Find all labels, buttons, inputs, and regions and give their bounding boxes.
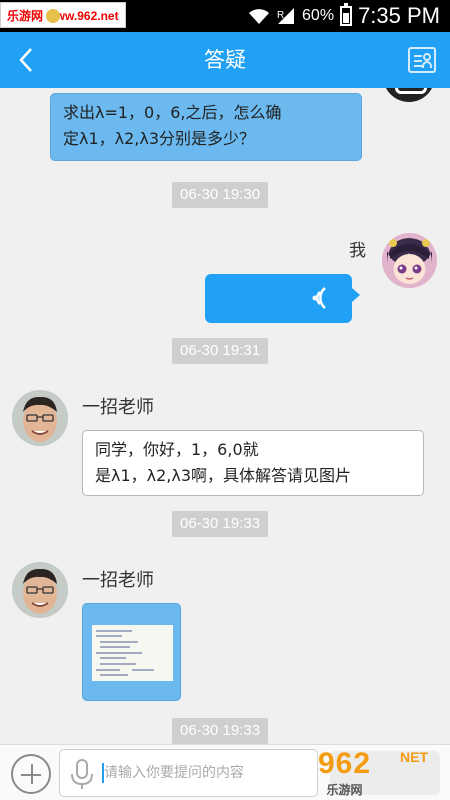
message-text: 定λ1，λ2,λ3分别是多少？ bbox=[63, 129, 256, 148]
teacher-avatar[interactable] bbox=[12, 390, 68, 446]
watermark-text: NET bbox=[400, 749, 428, 765]
contact-card-icon[interactable] bbox=[408, 47, 436, 73]
sender-name: 我 bbox=[349, 241, 366, 261]
message-text: 求出λ=1，0，6,之后，怎么确 bbox=[63, 103, 282, 122]
watermark-text: 乐游网 www.962.net bbox=[0, 2, 126, 28]
voice-message[interactable] bbox=[205, 274, 360, 323]
chat-area[interactable]: 求出λ=1，0，6,之后，怎么确 定λ1，λ2,λ3分别是多少？ 06-30 1… bbox=[0, 88, 450, 744]
signal-icon: R bbox=[277, 8, 295, 24]
timestamp: 06-30 19:33 bbox=[172, 718, 269, 744]
question-input[interactable]: 请输入你要提问的内容 bbox=[59, 749, 318, 797]
clock: 7:35 PM bbox=[358, 3, 440, 28]
status-icons: R 60% 7:35 PM bbox=[248, 0, 440, 32]
voice-wave-icon bbox=[312, 287, 326, 309]
notification-icon bbox=[46, 9, 60, 23]
svg-text:R: R bbox=[277, 10, 284, 21]
message-text: 是λ1，λ2,λ3啊，具体解答请见图片 bbox=[95, 466, 352, 485]
image-message[interactable] bbox=[82, 603, 181, 701]
message-text: 同学，你好，1，6,0就 bbox=[95, 440, 259, 459]
input-placeholder: 请输入你要提问的内容 bbox=[104, 765, 244, 781]
battery-icon bbox=[340, 3, 353, 26]
sender-name: 一招老师 bbox=[82, 570, 154, 591]
status-bar: 乐游网 www.962.net R 60% 7:35 PM bbox=[0, 0, 450, 32]
input-bar: 请输入你要提问的内容 962 乐游网 NET bbox=[0, 744, 450, 800]
cartoon-avatar-icon bbox=[382, 233, 437, 288]
nav-bar: 答疑 bbox=[0, 32, 450, 88]
timestamp: 06-30 19:30 bbox=[172, 182, 269, 208]
avatar[interactable] bbox=[382, 233, 437, 288]
teacher-avatar[interactable] bbox=[12, 562, 68, 618]
wifi-icon bbox=[249, 9, 270, 24]
watermark-text: 乐游网 bbox=[326, 782, 363, 797]
timestamp: 06-30 19:33 bbox=[172, 511, 269, 537]
message-bubble: 求出λ=1，0，6,之后，怎么确 定λ1，λ2,λ3分别是多少？ bbox=[50, 93, 362, 161]
add-attachment-button[interactable] bbox=[11, 754, 51, 794]
sender-name: 一招老师 bbox=[82, 397, 154, 418]
handwritten-note-image bbox=[92, 625, 173, 681]
avatar bbox=[383, 88, 435, 102]
watermark-text: 962 bbox=[318, 746, 372, 780]
teacher-photo-icon bbox=[12, 562, 68, 618]
battery-percent: 60% bbox=[302, 7, 335, 24]
teacher-photo-icon bbox=[12, 390, 68, 446]
timestamp: 06-30 19:31 bbox=[172, 338, 269, 364]
message-bubble: 同学，你好，1，6,0就 是λ1，λ2,λ3啊，具体解答请见图片 bbox=[82, 430, 424, 496]
page-title: 答疑 bbox=[204, 48, 246, 72]
watermark-logo: 962 乐游网 bbox=[318, 743, 371, 800]
microphone-icon[interactable] bbox=[64, 754, 100, 792]
